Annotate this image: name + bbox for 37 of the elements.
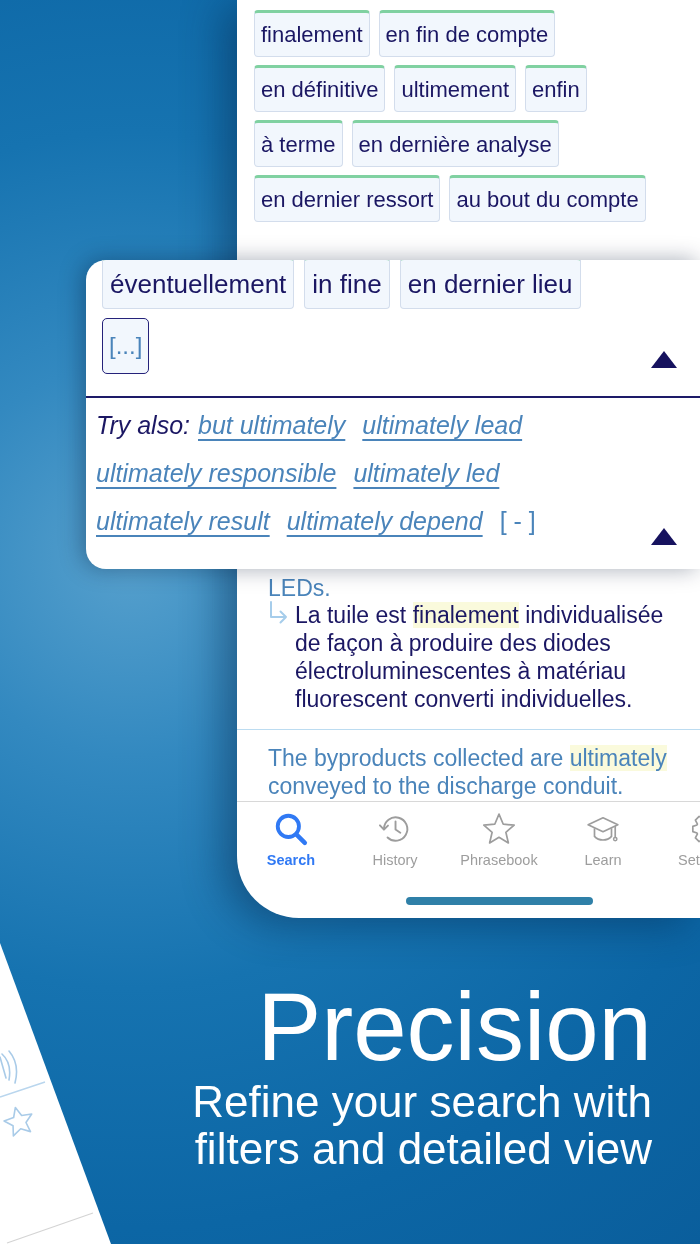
suggestion-link[interactable]: ultimately responsible [96,449,337,497]
suggestion-link[interactable]: ultimately depend [286,497,483,545]
caret-up-icon[interactable] [651,528,677,545]
synonym-chip[interactable]: en dernier ressort [254,175,441,222]
star-icon[interactable] [3,1106,33,1137]
star-icon [482,812,516,846]
tab[interactable]: Search [239,802,343,872]
collapse-button[interactable]: [ - ] [499,497,536,545]
try-also-label: Try also: [96,410,190,441]
suggestion-link[interactable]: ultimately lead [362,401,523,449]
synonym-chip[interactable]: en dernier lieu [399,260,581,309]
tab[interactable]: Set [655,802,700,872]
synonym-chip[interactable]: à terme [254,120,343,167]
suggestion-link[interactable]: ultimately led [353,449,500,497]
tab[interactable]: Learn [551,802,655,872]
translation-sentence: La tuile est finalement individualisée de façon à produire des diodes électroluminescentes à matériau fluorescent converti individuelles. [295,601,665,713]
synonym-chip[interactable]: enfin [525,65,587,112]
synonym-chip[interactable]: ultimement [394,65,516,112]
example-sentence: LEDs. [268,577,331,599]
search-icon [274,812,308,846]
tab[interactable]: Phrasebook [447,802,551,872]
synonym-chip[interactable]: in fine [304,260,390,309]
synonym-chip[interactable]: éventuellement [102,260,295,309]
subtitle: Refine your search with filters and detailed view [191,1078,652,1172]
headline: Precision [257,979,652,1075]
caret-up-icon[interactable] [651,351,677,368]
show-more-button[interactable]: [...] [102,318,150,374]
reply-arrow-icon [268,601,288,625]
example-sentence: The byproducts collected are ultimately conveyed to the discharge conduit. [237,729,700,800]
synonym-chip[interactable]: en définitive [254,65,386,112]
tab[interactable]: History [343,802,447,872]
synonym-chip[interactable]: au bout du compte [449,175,646,222]
suggestion-link[interactable]: but ultimately [198,401,346,449]
suggestion-link[interactable]: ultimately result [96,497,270,545]
synonym-chip[interactable]: en fin de compte [378,10,556,57]
synonym-chip[interactable]: finalement [254,10,370,57]
synonym-chip[interactable]: en dernière analyse [351,120,559,167]
